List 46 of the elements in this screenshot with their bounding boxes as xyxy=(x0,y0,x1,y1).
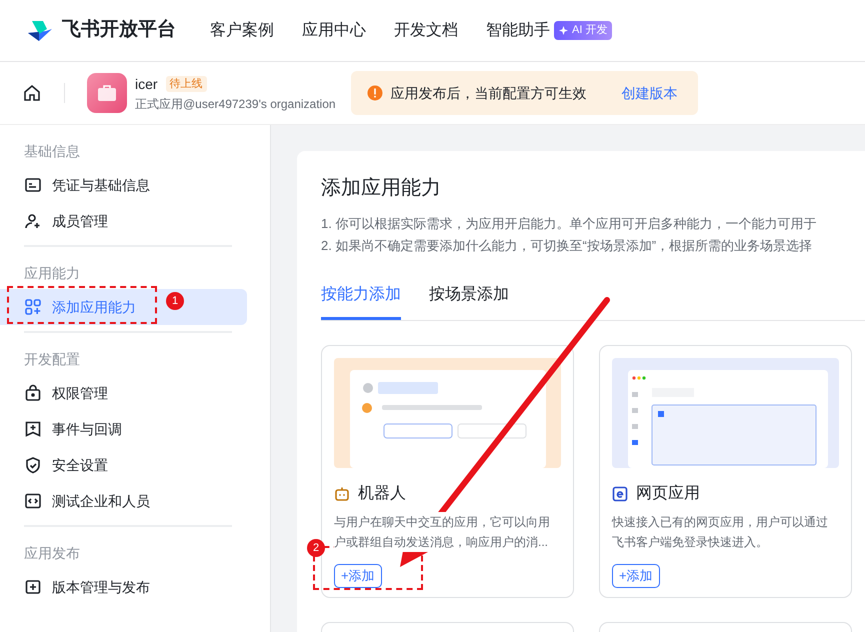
event-icon xyxy=(24,420,42,438)
section-title: 应用能力 xyxy=(23,264,81,283)
notice-text: 应用发布后，当前配置方可生效 xyxy=(390,84,587,102)
app-icon xyxy=(87,73,127,113)
code-icon xyxy=(24,492,42,510)
page-title: 添加应用能力 xyxy=(321,176,442,201)
lock-icon xyxy=(24,384,42,402)
sidebar-item[interactable]: 版本管理与发布 xyxy=(0,569,247,605)
card-title: 机器人 xyxy=(358,484,406,504)
nav-link[interactable]: 客户案例 xyxy=(210,18,274,42)
app-subtitle: 正式应用@user497239's organization xyxy=(135,96,336,112)
status-tag: 待上线 xyxy=(166,76,207,92)
tab[interactable]: 按能力添加 xyxy=(321,277,401,320)
add-button[interactable]: +添加 xyxy=(334,564,382,588)
add-button[interactable]: +添加 xyxy=(612,564,660,588)
nav-link[interactable]: 开发文档 xyxy=(394,18,458,42)
nav-link[interactable]: 智能助手 AI 开发 xyxy=(486,18,612,42)
sparkle-icon xyxy=(559,26,568,35)
sidebar-item[interactable]: 事件与回调 xyxy=(0,411,247,447)
robot-icon xyxy=(334,486,350,502)
sidebar-item[interactable]: 成员管理 xyxy=(0,203,247,239)
section-title: 基础信息 xyxy=(23,142,81,161)
section-title: 应用发布 xyxy=(23,544,81,563)
grid-add-icon xyxy=(24,298,42,316)
home-button[interactable] xyxy=(22,82,42,103)
description-text: 1. 你可以根据实际需求，为应用开启能力。单个应用可开启多种能力，一个能力可用于 xyxy=(321,215,818,233)
logo-icon xyxy=(26,18,54,42)
logo-text: 飞书开放平台 xyxy=(62,18,176,42)
create-version-link[interactable]: 创建版本 xyxy=(622,82,678,104)
warning-icon xyxy=(366,85,383,101)
sidebar-item[interactable]: 测试企业和人员 xyxy=(0,483,247,519)
shield-check-icon xyxy=(24,456,42,474)
id-card-icon xyxy=(24,176,42,194)
sidebar-item[interactable]: 权限管理 xyxy=(0,375,247,411)
user-add-icon xyxy=(24,212,42,230)
web-icon xyxy=(612,486,628,502)
card-title: 网页应用 xyxy=(636,484,700,504)
package-icon xyxy=(24,578,42,596)
section-title: 开发配置 xyxy=(23,350,81,369)
sidebar-item[interactable]: 凭证与基础信息 xyxy=(0,167,247,203)
ai-badge: AI 开发 xyxy=(554,21,612,40)
sidebar-item[interactable]: 安全设置 xyxy=(0,447,247,483)
nav-link[interactable]: 应用中心 xyxy=(302,18,366,42)
tab[interactable]: 按场景添加 xyxy=(429,277,509,320)
description-text: 2. 如果尚不确定需要添加什么能力，可切换至“按场景添加”，根据所需的业务场景选择 xyxy=(321,237,814,255)
app-name: icer xyxy=(135,74,158,94)
